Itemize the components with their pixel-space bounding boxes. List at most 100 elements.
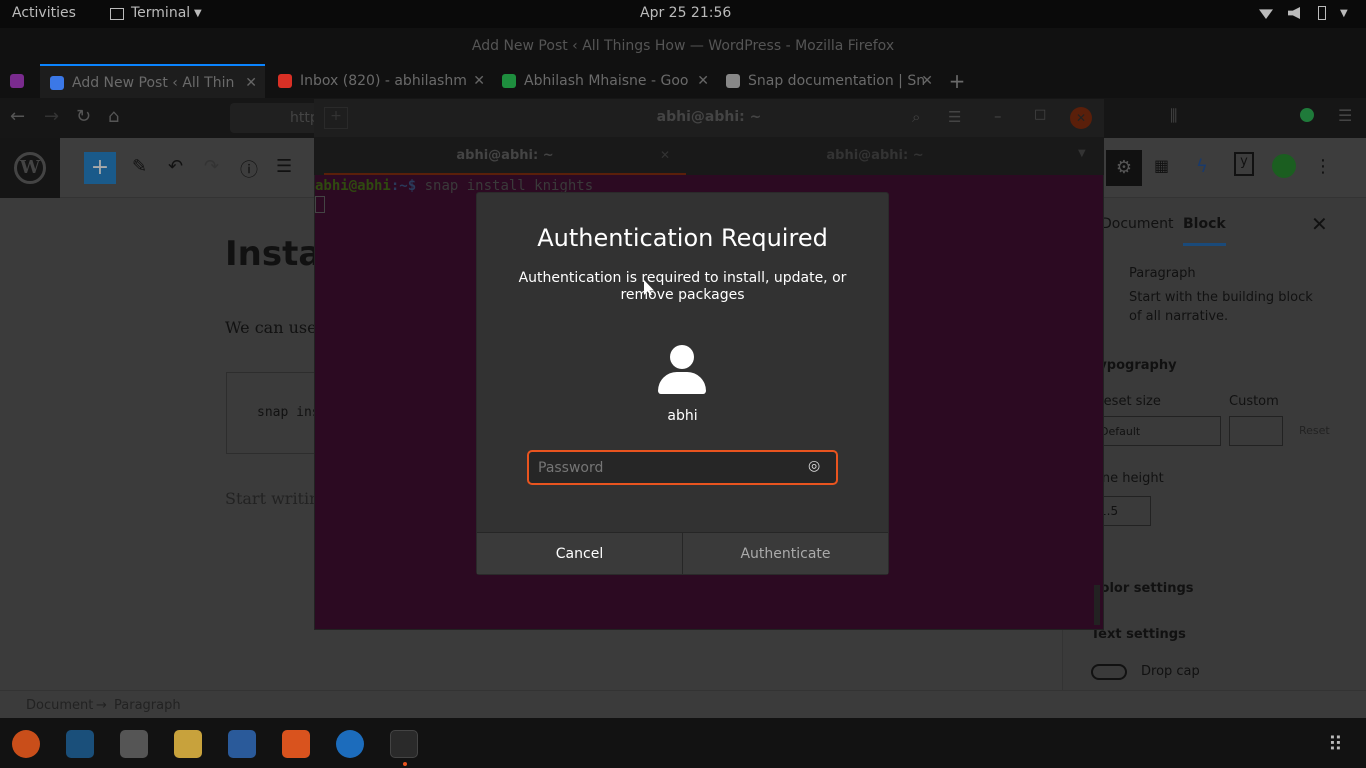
- firefox-icon[interactable]: [12, 730, 40, 758]
- new-tab-button[interactable]: +: [942, 64, 972, 98]
- add-block-button[interactable]: +: [84, 152, 116, 184]
- breadcrumb-arrow-icon: →: [96, 698, 107, 713]
- clock[interactable]: Apr 25 21:56: [640, 5, 731, 21]
- url-bar[interactable]: http: [230, 103, 320, 133]
- paragraph-block[interactable]: We can use t: [225, 318, 328, 337]
- reset-button[interactable]: Reset: [1299, 424, 1330, 437]
- battery-icon[interactable]: [1318, 6, 1326, 20]
- terminal-header-bar: + abhi@abhi: ~ ⌕ ☰ – □ ✕: [314, 99, 1104, 137]
- show-apps-grid-icon[interactable]: ⠿: [1328, 732, 1343, 756]
- close-tab-icon[interactable]: ✕: [245, 66, 257, 98]
- close-tab-icon[interactable]: ✕: [697, 64, 709, 98]
- terminal-menu-icon[interactable]: ☰: [948, 108, 961, 126]
- tab-google-sheet[interactable]: Abhilash Mhaisne - Goo ✕: [492, 64, 717, 98]
- media-tab[interactable]: [0, 64, 40, 98]
- blocks-icon[interactable]: ▦: [1154, 156, 1169, 175]
- wordpress-logo[interactable]: W: [0, 138, 60, 198]
- activities-button[interactable]: Activities: [12, 5, 76, 21]
- extension-icon[interactable]: [1300, 108, 1314, 122]
- top-bar: Activities Terminal ▼ Apr 25 21:56 ▼: [0, 0, 1366, 28]
- terminal-tab-strip: abhi@abhi: ~ ✕ abhi@abhi: ~ ▼: [314, 137, 1104, 175]
- sheets-favicon-icon: [502, 74, 516, 88]
- terminal-scrollbar[interactable]: [1094, 585, 1100, 625]
- terminal-cursor: [315, 196, 325, 213]
- software-center-icon[interactable]: [282, 730, 310, 758]
- close-terminal-tab-icon[interactable]: ✕: [660, 148, 670, 162]
- info-icon[interactable]: ⓘ: [240, 156, 258, 182]
- tab-overflow-icon[interactable]: ▼: [1078, 148, 1086, 159]
- reload-icon[interactable]: ↻: [76, 106, 91, 127]
- prompt-user: abhi@abhi: [315, 178, 391, 194]
- app-menu-button[interactable]: Terminal: [131, 5, 190, 21]
- edit-pencil-icon[interactable]: ✎: [132, 156, 147, 177]
- settings-gear-icon[interactable]: ⚙: [1106, 150, 1142, 186]
- volume-icon[interactable]: [1288, 7, 1300, 19]
- password-input[interactable]: [527, 450, 838, 485]
- breadcrumb-document[interactable]: Document: [26, 698, 93, 713]
- help-icon[interactable]: [336, 730, 364, 758]
- terminal-dock-icon[interactable]: [390, 730, 418, 758]
- terminal-tab-label: abhi@abhi: ~: [826, 148, 924, 163]
- wifi-icon[interactable]: [1259, 9, 1273, 19]
- wordpress-w-icon: W: [14, 152, 46, 184]
- text-settings-toggle[interactable]: Text settings: [1091, 627, 1186, 642]
- drop-cap-toggle[interactable]: [1091, 664, 1127, 680]
- close-window-icon[interactable]: ✕: [1070, 107, 1092, 129]
- authenticate-button[interactable]: Authenticate: [683, 532, 888, 574]
- close-tab-icon[interactable]: ✕: [921, 64, 933, 98]
- rhythmbox-icon[interactable]: [174, 730, 202, 758]
- code-text: snap ins: [257, 405, 320, 420]
- username-label: abhi: [667, 408, 698, 424]
- tab-block[interactable]: Block: [1183, 216, 1226, 246]
- preset-size-value: Default: [1100, 425, 1141, 438]
- terminal-tab-2[interactable]: abhi@abhi: ~: [694, 137, 1056, 175]
- tab-snap-docs[interactable]: Snap documentation | Sn ✕: [716, 64, 941, 98]
- preset-size-select[interactable]: Default: [1091, 416, 1221, 446]
- tab-inbox[interactable]: Inbox (820) - abhilashm ✕: [268, 64, 493, 98]
- more-options-icon[interactable]: ⋮: [1314, 156, 1332, 177]
- wordpress-favicon-icon: [50, 76, 64, 90]
- breadcrumb-paragraph[interactable]: Paragraph: [114, 698, 181, 713]
- running-indicator: [403, 762, 407, 766]
- block-name: Paragraph: [1129, 266, 1196, 281]
- maximize-icon[interactable]: □: [1034, 107, 1046, 122]
- reveal-password-icon[interactable]: ◎: [808, 458, 820, 474]
- terminal-tab-1[interactable]: abhi@abhi: ~: [324, 137, 686, 175]
- minimize-icon[interactable]: –: [994, 107, 1002, 125]
- undo-icon[interactable]: ↶: [168, 156, 183, 177]
- chevron-down-icon: ▼: [194, 8, 202, 19]
- home-icon[interactable]: ⌂: [108, 106, 119, 127]
- files-icon[interactable]: [120, 730, 148, 758]
- code-block[interactable]: snap ins: [226, 372, 326, 454]
- system-menu-icon[interactable]: ▼: [1340, 8, 1348, 19]
- search-icon[interactable]: ⌕: [912, 108, 920, 126]
- tab-document[interactable]: Document: [1101, 216, 1174, 232]
- library-icon[interactable]: ⫼: [1170, 106, 1177, 126]
- cancel-button[interactable]: Cancel: [477, 532, 683, 574]
- tab-add-new-post[interactable]: Add New Post ‹ All Thin ✕: [40, 64, 265, 98]
- forward-icon[interactable]: →: [44, 106, 59, 127]
- performance-icon[interactable]: [1272, 154, 1296, 178]
- firefox-tab-strip: Add New Post ‹ All Thin ✕ Inbox (820) - …: [0, 64, 1366, 98]
- prompt-path: :~$: [390, 178, 417, 194]
- tab-label: Inbox (820) - abhilashm: [300, 73, 467, 89]
- tab-label: Snap documentation | Sn: [748, 73, 926, 89]
- outline-icon[interactable]: ☰: [276, 156, 292, 177]
- dialog-message: Authentication is required to install, u…: [518, 270, 847, 303]
- close-tab-icon[interactable]: ✕: [473, 64, 485, 98]
- terminal-tab-label: abhi@abhi: ~: [456, 148, 554, 163]
- close-sidebar-icon[interactable]: ✕: [1311, 212, 1328, 236]
- jetpack-bolt-icon[interactable]: ϟ: [1196, 156, 1208, 177]
- back-icon[interactable]: ←: [10, 106, 25, 127]
- dialog-title: Authentication Required: [537, 224, 828, 252]
- thunderbird-icon[interactable]: [66, 730, 94, 758]
- hamburger-menu-icon[interactable]: ☰: [1338, 106, 1352, 125]
- yoast-icon[interactable]: y: [1234, 152, 1254, 176]
- redo-icon[interactable]: ↷: [204, 156, 219, 177]
- color-settings-toggle[interactable]: Color settings: [1091, 581, 1194, 596]
- snap-favicon-icon: [726, 74, 740, 88]
- custom-size-input[interactable]: [1229, 416, 1283, 446]
- user-avatar-icon: [670, 345, 694, 369]
- custom-size-label: Custom: [1229, 394, 1279, 409]
- writer-icon[interactable]: [228, 730, 256, 758]
